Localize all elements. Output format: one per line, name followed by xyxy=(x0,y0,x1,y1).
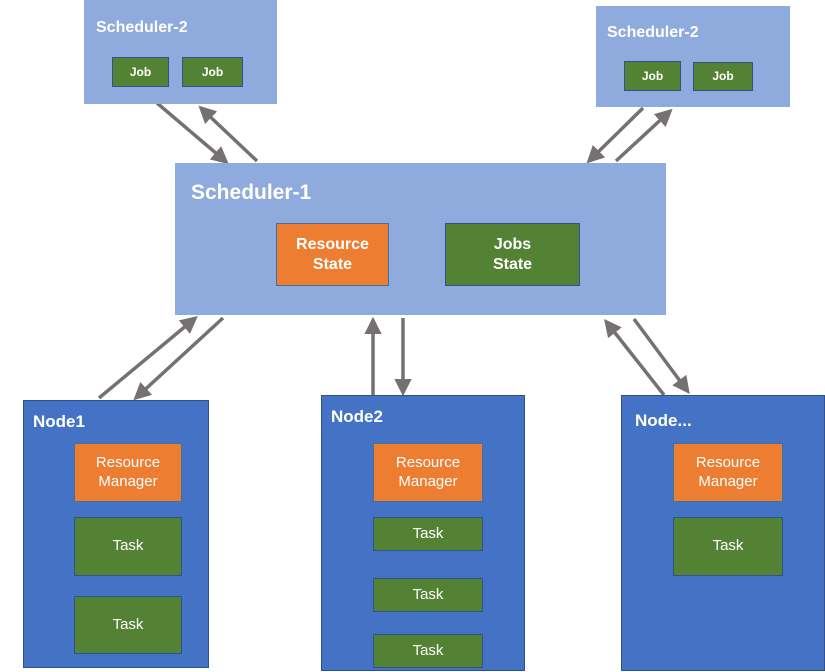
arrow-sched1-to-node-n xyxy=(632,317,690,395)
node-2: Node2 Resource Manager Task Task Task xyxy=(321,395,525,671)
arrow-sched2-left-to-sched1 xyxy=(155,101,229,165)
task-box: Task xyxy=(373,634,483,668)
task-box: Task xyxy=(74,517,182,576)
node-n: Node... Resource Manager Task xyxy=(621,395,825,671)
resource-manager-box: Resource Manager xyxy=(673,443,783,502)
task-box: Task xyxy=(373,517,483,551)
scheduler-2-right-title: Scheduler-2 xyxy=(607,24,699,41)
node-1: Node1 Resource Manager Task Task xyxy=(23,400,209,668)
node-2-title: Node2 xyxy=(331,407,383,426)
resource-manager-box: Resource Manager xyxy=(74,443,182,502)
node-n-title: Node... xyxy=(635,411,692,430)
job-box: Job xyxy=(624,61,681,91)
arrow-node-n-to-sched1 xyxy=(604,319,666,397)
scheduler-2-left-title: Scheduler-2 xyxy=(96,19,188,36)
arrow-sched1-to-sched2-left xyxy=(198,105,259,163)
scheduler-2-right: Scheduler-2 Job Job xyxy=(596,6,790,107)
task-box: Task xyxy=(74,596,182,654)
scheduler-1: Scheduler-1 Resource State Jobs State xyxy=(175,163,666,315)
node-1-title: Node1 xyxy=(33,412,85,431)
resource-manager-box: Resource Manager xyxy=(373,443,483,502)
job-box: Job xyxy=(112,57,169,87)
scheduler-1-title: Scheduler-1 xyxy=(191,181,312,204)
scheduler-2-left: Scheduler-2 Job Job xyxy=(84,0,277,104)
task-box: Task xyxy=(673,517,783,576)
arrow-sched1-to-sched2-right xyxy=(614,108,673,163)
task-box: Task xyxy=(373,578,483,612)
jobs-state-box: Jobs State xyxy=(445,223,580,286)
arrow-node1-to-sched1 xyxy=(97,315,198,400)
job-box: Job xyxy=(693,62,753,91)
resource-state-box: Resource State xyxy=(276,223,389,286)
job-box: Job xyxy=(182,57,243,87)
arrow-sched2-right-to-sched1 xyxy=(586,106,645,164)
arrow-sched1-to-node1 xyxy=(133,316,225,401)
